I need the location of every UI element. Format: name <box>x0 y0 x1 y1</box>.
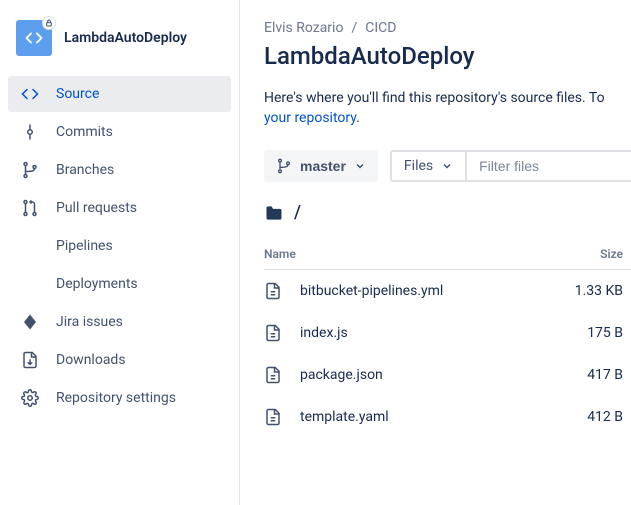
file-icon <box>264 408 284 426</box>
sidebar-item-deployments[interactable]: Deployments <box>8 266 231 302</box>
sidebar-item-label: Downloads <box>56 352 126 368</box>
repo-avatar <box>16 20 52 56</box>
file-name: package.json <box>300 367 551 383</box>
filter-group: Files <box>390 150 631 182</box>
file-size: 412 B <box>551 409 631 425</box>
filter-type-selector[interactable]: Files <box>392 152 467 180</box>
toolbar: master Files <box>264 150 631 182</box>
file-icon <box>264 366 284 384</box>
commit-icon <box>20 122 40 142</box>
jira-icon <box>20 312 40 332</box>
table-row[interactable]: template.yaml412 B <box>264 396 631 438</box>
breadcrumb: Elvis Rozario/CICD <box>264 20 631 36</box>
file-icon <box>264 324 284 342</box>
chevron-down-icon <box>441 160 453 172</box>
file-name: bitbucket-pipelines.yml <box>300 283 551 299</box>
sidebar-item-label: Jira issues <box>56 314 123 330</box>
file-size: 417 B <box>551 367 631 383</box>
repo-header: LambdaAutoDeploy <box>8 20 231 76</box>
branch-icon <box>276 158 292 174</box>
code-icon <box>25 29 43 47</box>
folder-icon <box>264 203 284 223</box>
pullrequest-icon <box>20 198 40 218</box>
sidebar-item-label: Deployments <box>56 276 138 292</box>
table-row[interactable]: package.json417 B <box>264 354 631 396</box>
sidebar-item-label: Pull requests <box>56 200 137 216</box>
file-size: 175 B <box>551 325 631 341</box>
sidebar-item-label: Commits <box>56 124 113 140</box>
main-content: Elvis Rozario/CICD LambdaAutoDeploy Here… <box>240 0 631 505</box>
path-row: / <box>264 202 631 223</box>
sidebar-item-jira-issues[interactable]: Jira issues <box>8 304 231 340</box>
lock-icon <box>45 19 53 27</box>
file-name: template.yaml <box>300 409 551 425</box>
sidebar-item-label: Source <box>56 86 99 102</box>
description: Here's where you'll find this repository… <box>264 90 631 106</box>
path-separator: / <box>294 202 301 223</box>
chevron-down-icon <box>354 160 366 172</box>
filter-input[interactable] <box>467 152 631 180</box>
file-size: 1.33 KB <box>551 283 631 299</box>
file-icon <box>264 282 284 300</box>
page-title: LambdaAutoDeploy <box>264 42 631 70</box>
file-table: Name Size bitbucket-pipelines.yml1.33 KB… <box>264 239 631 438</box>
col-header-name[interactable]: Name <box>264 247 551 261</box>
breadcrumb-owner[interactable]: Elvis Rozario <box>264 20 343 36</box>
repo-name: LambdaAutoDeploy <box>64 30 187 46</box>
breadcrumb-project[interactable]: CICD <box>365 20 396 36</box>
file-name: index.js <box>300 325 551 341</box>
table-row[interactable]: bitbucket-pipelines.yml1.33 KB <box>264 270 631 312</box>
sidebar-item-downloads[interactable]: Downloads <box>8 342 231 378</box>
code-icon <box>20 84 40 104</box>
sidebar-item-label: Branches <box>56 162 114 178</box>
branch-selector[interactable]: master <box>264 150 378 182</box>
repo-link[interactable]: your repository <box>264 110 356 126</box>
settings-icon <box>20 388 40 408</box>
sidebar-item-branches[interactable]: Branches <box>8 152 231 188</box>
col-header-size[interactable]: Size <box>551 247 631 261</box>
sidebar-item-pull-requests[interactable]: Pull requests <box>8 190 231 226</box>
sidebar-item-repository-settings[interactable]: Repository settings <box>8 380 231 416</box>
sidebar-item-label: Repository settings <box>56 390 176 406</box>
sidebar-item-commits[interactable]: Commits <box>8 114 231 150</box>
sidebar-item-source[interactable]: Source <box>8 76 231 112</box>
branch-icon <box>20 160 40 180</box>
table-row[interactable]: index.js175 B <box>264 312 631 354</box>
sidebar-item-pipelines[interactable]: Pipelines <box>8 228 231 264</box>
sidebar-item-label: Pipelines <box>56 238 113 254</box>
sidebar: LambdaAutoDeploy Source Commits Branches Pu… <box>0 0 240 505</box>
lock-badge <box>42 16 56 30</box>
table-header: Name Size <box>264 239 631 270</box>
download-icon <box>20 350 40 370</box>
